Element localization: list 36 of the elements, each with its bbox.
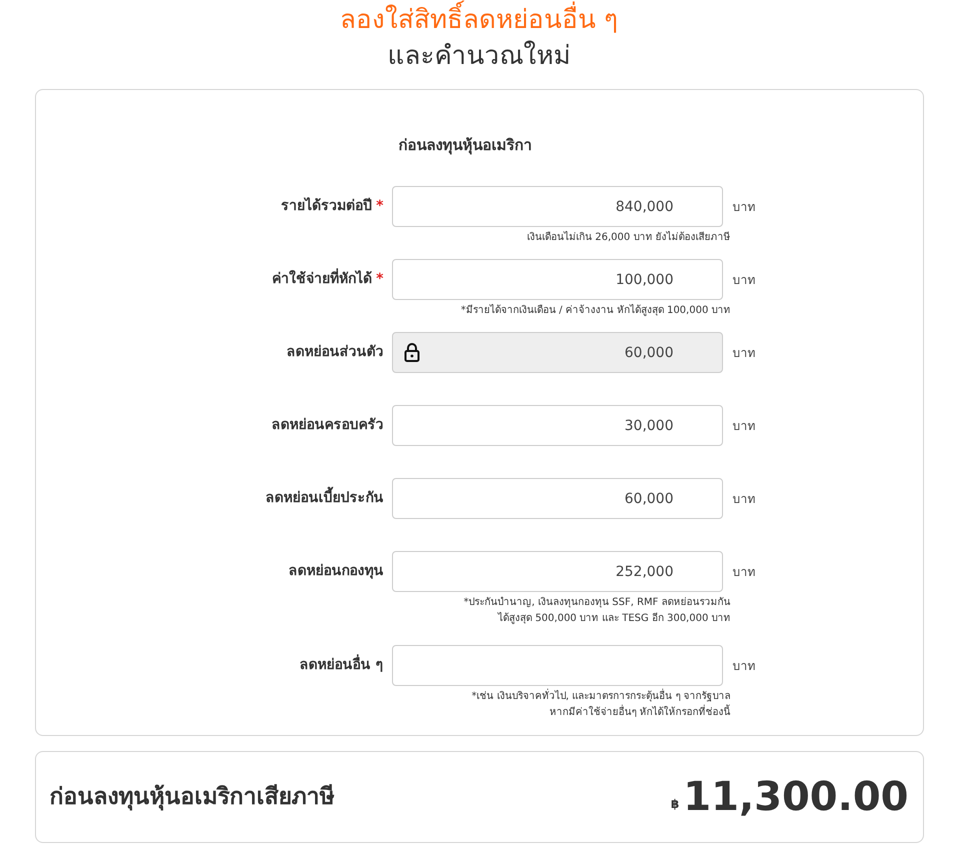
input-field[interactable]: 252,000 xyxy=(392,551,722,592)
field-note: หากมีค่าใช้จ่ายอื่นๆ หักได้ให้กรอกที่ช่องนี้ xyxy=(549,705,730,721)
input-field[interactable]: 60,000 xyxy=(392,478,722,519)
field-note: *ประกันบำนาญ, เงินลงทุนกองทุน SSF, RMF ลดหย่อนรวมกัน xyxy=(464,596,730,610)
field-label: รายได้รวมต่อปี xyxy=(281,196,372,216)
input-field[interactable]: 840,000 xyxy=(392,186,722,227)
unit-label: บาท xyxy=(732,658,756,674)
unit-label: บาท xyxy=(732,490,756,508)
required-mark: * xyxy=(376,197,384,216)
result-label: ก่อนลงทุนหุ้นอเมริกาเสียภาษี xyxy=(50,782,334,812)
field-note: เงินเดือนไม่เกิน 26,000 บาท ยังไม่ต้องเสียภาษี xyxy=(526,230,730,245)
input-field[interactable] xyxy=(392,645,722,686)
unit-label: บาท xyxy=(732,272,756,288)
field-label: ลดหย่อนครอบครัว xyxy=(272,416,384,435)
unit-label: บาท xyxy=(732,418,756,434)
field-note: *เช่น เงินบริจาคทั่วไป, และมาตรการกระตุ้นอื่น ๆ จากรัฐบาล xyxy=(472,689,730,705)
currency-symbol: ฿ xyxy=(670,796,680,813)
field-note: *มีรายได้จากเงินเดือน / ค่าจ้างงาน หักได้สูงสุด 100,000 บาท xyxy=(460,303,730,318)
field-label: ลดหย่อนอื่น ๆ xyxy=(300,655,384,676)
tax-amount: 11,300.00 xyxy=(683,773,908,821)
lock-icon xyxy=(404,342,420,362)
heading-subtitle: และคำนวณใหม่ xyxy=(388,40,570,73)
input-field[interactable]: 30,000 xyxy=(392,405,722,446)
required-mark: * xyxy=(376,270,384,289)
locked-input-field[interactable]: 60,000 xyxy=(392,332,722,373)
form-title: ก่อนลงทุนหุ้นอเมริกา xyxy=(398,135,532,156)
unit-label: บาท xyxy=(732,564,756,580)
field-label: ค่าใช้จ่ายที่หักได้ xyxy=(272,269,372,290)
input-field[interactable]: 100,000 xyxy=(392,259,722,300)
heading-title: ลองใส่สิทธิ์ลดหย่อนอื่น ๆ xyxy=(340,2,618,38)
field-label: ลดหย่อนส่วนตัว xyxy=(286,343,384,362)
field-note: ได้สูงสุด 500,000 บาท และ TESG อีก 300,000 บาท xyxy=(498,611,730,626)
field-label: ลดหย่อนกองทุน xyxy=(288,562,384,581)
unit-label: บาท xyxy=(732,198,756,216)
unit-label: บาท xyxy=(732,344,756,362)
field-label: ลดหย่อนเบี้ยประกัน xyxy=(266,488,384,509)
